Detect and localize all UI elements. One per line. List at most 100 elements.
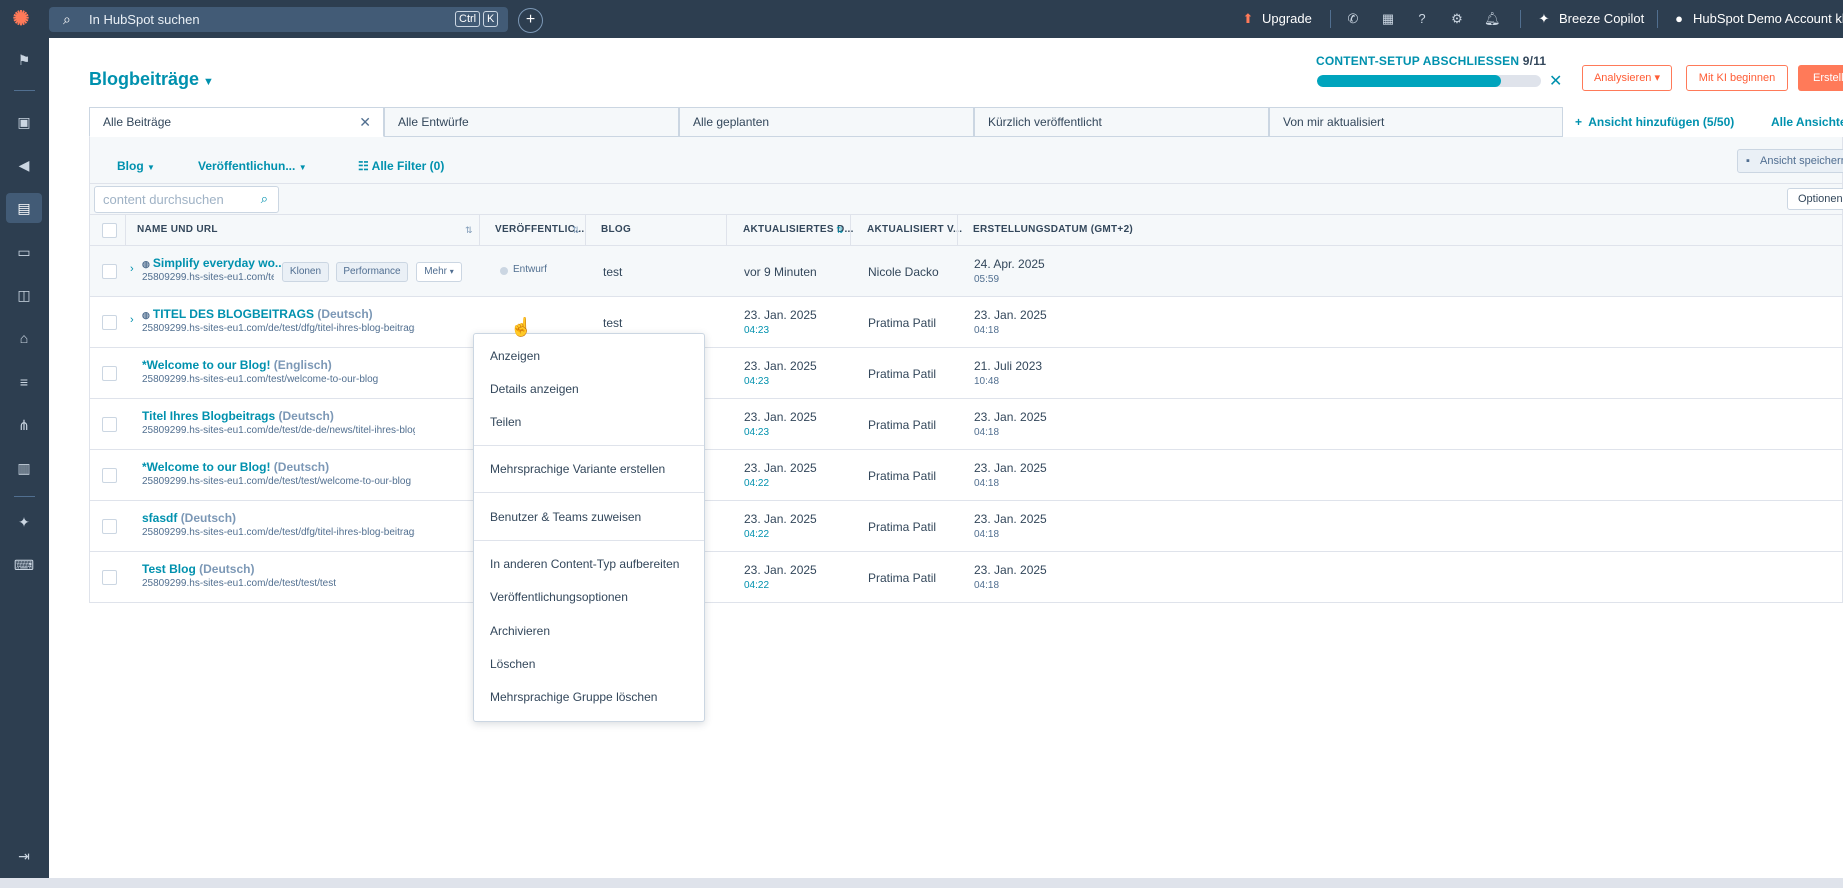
breeze-copilot-button[interactable]: Breeze Copilot — [1559, 0, 1644, 38]
post-title-link[interactable]: ◍ Simplify everyday wo... — [142, 256, 285, 270]
commerce-icon[interactable]: ▭ — [11, 239, 37, 265]
blog-filter[interactable]: Blog ▼ — [117, 159, 155, 173]
row-checkbox[interactable] — [102, 468, 117, 483]
menu-item-publish-options[interactable]: Veröffentlichungsoptionen — [490, 590, 628, 604]
post-title-link[interactable]: Test Blog (Deutsch) — [142, 562, 254, 576]
automation-icon[interactable]: ⋔ — [11, 412, 37, 438]
row-checkbox[interactable] — [102, 417, 117, 432]
reporting-icon[interactable]: ▥ — [11, 455, 37, 481]
all-filters-button[interactable]: ☷ Alle Filter (0) — [358, 159, 444, 173]
row-checkbox[interactable] — [102, 315, 117, 330]
analyse-button[interactable]: Analysieren ▾ — [1582, 65, 1672, 91]
post-title-link[interactable]: ◍ TITEL DES BLOGBEITRAGS (Deutsch) — [142, 307, 373, 321]
create-button[interactable]: Erstellen — [1798, 65, 1843, 91]
published-filter[interactable]: Veröffentlichun... ▼ — [198, 159, 307, 173]
filter-bar: Blog ▼ Veröffentlichun... ▼ ☷ Alle Filte… — [89, 137, 1843, 184]
table-row[interactable]: *Welcome to our Blog! (Deutsch) 25809299… — [89, 450, 1843, 501]
setup-count: 9/11 — [1522, 54, 1547, 68]
menu-item-delete[interactable]: Löschen — [490, 657, 535, 671]
tab-recently-published[interactable]: Kürzlich veröffentlicht — [974, 107, 1269, 137]
more-button[interactable]: Mehr ▾ — [416, 262, 462, 282]
tab-all-drafts[interactable]: Alle Entwürfe — [384, 107, 679, 137]
upgrade-link[interactable]: Upgrade — [1262, 0, 1312, 38]
row-checkbox[interactable] — [102, 519, 117, 534]
table-row[interactable]: sfasdf (Deutsch) 25809299.hs-sites-eu1.c… — [89, 501, 1843, 552]
menu-item-details[interactable]: Details anzeigen — [490, 382, 579, 396]
table-row[interactable]: › ◍ Simplify everyday wo... 25809299.hs-s… — [89, 246, 1843, 297]
options-button[interactable]: Optionen — [1787, 188, 1843, 210]
close-icon[interactable]: ✕ — [359, 108, 371, 136]
bookmark-icon[interactable]: ⚑ — [11, 47, 37, 73]
save-view-button[interactable]: ▪ Ansicht speichern — [1737, 149, 1843, 173]
chevron-right-icon[interactable]: › — [130, 263, 134, 275]
account-menu[interactable]: HubSpot Demo Account kk — [1693, 0, 1843, 38]
post-title-link[interactable]: *Welcome to our Blog! (Englisch) — [142, 358, 332, 372]
quick-create-button[interactable]: + — [518, 8, 543, 33]
developer-icon[interactable]: ⌨ — [11, 552, 37, 578]
hubspot-logo-icon[interactable]: ✺ — [8, 6, 34, 32]
content-search-input[interactable] — [95, 187, 250, 212]
row-checkbox[interactable] — [102, 264, 117, 279]
expand-sidebar-icon[interactable]: ⇥ — [11, 843, 37, 869]
marketing-icon[interactable]: ◀ — [11, 152, 37, 178]
created-time: 04:18 — [974, 529, 1000, 540]
add-view-button[interactable]: + Ansicht hinzufügen (5/50) — [1575, 115, 1734, 129]
post-title-link[interactable]: *Welcome to our Blog! (Deutsch) — [142, 460, 329, 474]
post-title-link[interactable]: sfasdf (Deutsch) — [142, 511, 236, 525]
tab-all-posts[interactable]: Alle Beiträge ✕ — [89, 107, 384, 137]
header-updated-by[interactable]: AKTUALISIERT V... — [867, 215, 962, 245]
menu-item-create-variant[interactable]: Mehrsprachige Variante erstellen — [490, 462, 665, 476]
menu-item-share[interactable]: Teilen — [490, 415, 521, 429]
bottom-scrollbar[interactable] — [0, 878, 1843, 888]
close-icon[interactable]: ✕ — [1549, 71, 1562, 91]
content-setup-title[interactable]: CONTENT-SETUP ABSCHLIESSEN 9/11 — [1316, 54, 1546, 68]
phone-icon[interactable]: ✆ — [1345, 11, 1361, 27]
clone-button[interactable]: Klonen — [282, 262, 329, 282]
notifications-icon[interactable]: 🔔︎ — [1484, 11, 1501, 27]
help-icon[interactable]: ? — [1414, 11, 1430, 27]
published-filter-label: Veröffentlichun... — [198, 159, 296, 173]
post-language: (Deutsch) — [278, 409, 334, 423]
menu-item-delete-group[interactable]: Mehrsprachige Gruppe löschen — [490, 690, 657, 704]
marketplace-icon[interactable]: ▦ — [1380, 11, 1396, 27]
copilot-sparkle-icon: ✦ — [1538, 11, 1550, 26]
table-row[interactable]: *Welcome to our Blog! (Englisch) 2580929… — [89, 348, 1843, 399]
table-row[interactable]: Titel Ihres Blogbeitrags (Deutsch) 25809… — [89, 399, 1843, 450]
menu-divider — [474, 492, 704, 493]
header-created[interactable]: ERSTELLUNGSDATUM (GMT+2) — [973, 215, 1133, 245]
row-checkbox[interactable] — [102, 366, 117, 381]
start-with-ai-button[interactable]: Mit KI beginnen — [1686, 65, 1788, 91]
performance-button[interactable]: Performance — [336, 262, 408, 282]
settings-icon[interactable]: ⚙ — [1449, 11, 1465, 27]
header-blog[interactable]: BLOG — [601, 215, 631, 245]
content-search[interactable]: ⌕ — [94, 186, 279, 213]
row-checkbox[interactable] — [102, 570, 117, 585]
menu-item-assign-teams[interactable]: Benutzer & Teams zuweisen — [490, 510, 641, 524]
page-title-dropdown[interactable]: Blogbeiträge ▼ — [89, 69, 214, 90]
contacts-icon[interactable]: ▣ — [11, 109, 37, 135]
all-views-link[interactable]: Alle Ansichten — [1771, 115, 1843, 129]
sort-desc-icon[interactable]: ⇅ — [836, 215, 844, 245]
tab-all-scheduled[interactable]: Alle geplanten — [679, 107, 974, 137]
header-name[interactable]: NAME UND URL — [137, 215, 218, 245]
select-all-checkbox[interactable] — [102, 223, 117, 238]
table-row[interactable]: › ◍ TITEL DES BLOGBEITRAGS (Deutsch) 2580… — [89, 297, 1843, 348]
table-header: NAME UND URL ⇅ VERÖFFENTLIC... ⇅ BLOG AK… — [89, 214, 1843, 246]
content-icon[interactable]: ▤ — [6, 193, 42, 223]
data-icon[interactable]: ≡ — [11, 369, 37, 395]
menu-item-repurpose[interactable]: In anderen Content-Typ aufbereiten — [490, 557, 679, 571]
sort-icon[interactable]: ⇅ — [465, 215, 473, 245]
updated-date: vor 9 Minuten — [744, 265, 817, 279]
table-row[interactable]: Test Blog (Deutsch) 25809299.hs-sites-eu… — [89, 552, 1843, 603]
breeze-icon[interactable]: ✦ — [11, 509, 37, 535]
sort-icon[interactable]: ⇅ — [572, 215, 580, 245]
global-search[interactable]: ⌕ In HubSpot suchen Ctrl K — [49, 7, 508, 32]
tab-updated-by-me[interactable]: Von mir aktualisiert — [1269, 107, 1563, 137]
post-title-link[interactable]: Titel Ihres Blogbeitrags (Deutsch) — [142, 409, 334, 423]
chevron-right-icon[interactable]: › — [130, 314, 134, 326]
sales-icon[interactable]: ◫ — [11, 282, 37, 308]
search-icon[interactable]: ⌕ — [261, 191, 268, 207]
menu-item-view[interactable]: Anzeigen — [490, 349, 540, 363]
service-icon[interactable]: ⌂ — [11, 325, 37, 351]
menu-item-archive[interactable]: Archivieren — [490, 624, 550, 638]
